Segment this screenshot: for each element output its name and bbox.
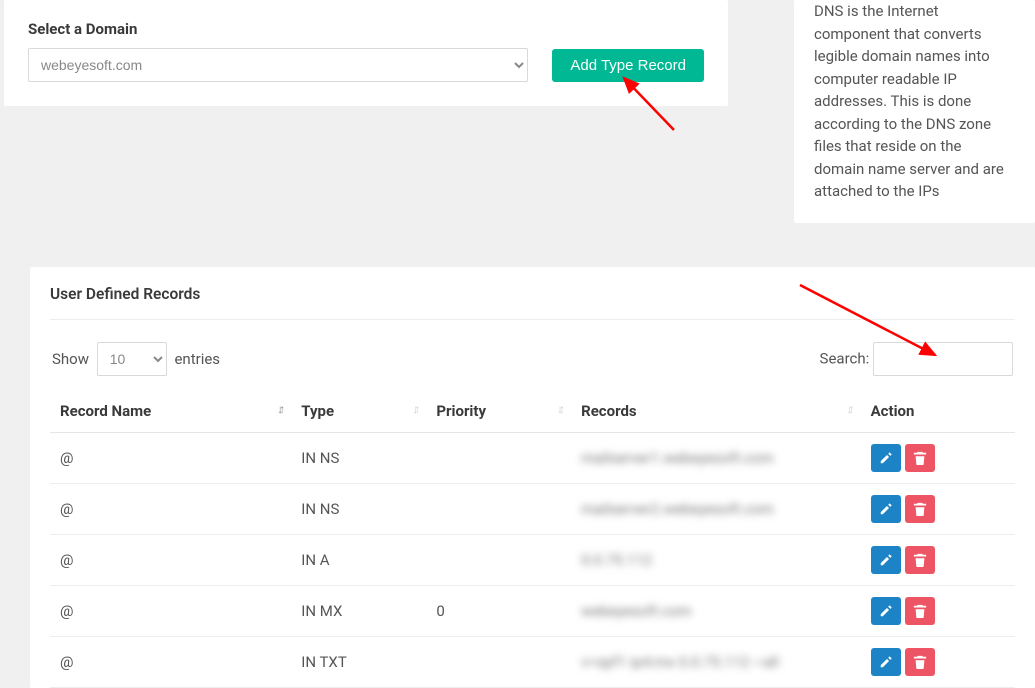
cell-type: IN MX — [291, 585, 426, 636]
cell-record-value: mailserver2.webeyesoft.com — [571, 483, 861, 534]
delete-button[interactable] — [905, 648, 935, 676]
delete-button[interactable] — [905, 546, 935, 574]
cell-record-name: @ — [50, 432, 291, 483]
col-action: Action — [861, 390, 1015, 433]
cell-type: IN A — [291, 534, 426, 585]
select-domain-label: Select a Domain — [28, 20, 704, 38]
sort-icon: ↓↑ — [412, 402, 416, 416]
sort-icon: ↓↑ — [277, 402, 281, 416]
cell-record-value: mailserver1.webeyesoft.com — [571, 432, 861, 483]
cell-action — [861, 585, 1015, 636]
entries-select[interactable]: 10 — [97, 342, 167, 376]
cell-record-name: @ — [50, 534, 291, 585]
col-records[interactable]: Records ↓↑ — [571, 390, 861, 433]
records-table: Record Name ↓↑ Type ↓↑ Priority ↓↑ Recor… — [50, 390, 1015, 688]
edit-button[interactable] — [871, 495, 901, 523]
cell-record-value: webeyesoft.com — [571, 585, 861, 636]
cell-record-name: @ — [50, 585, 291, 636]
delete-button[interactable] — [905, 444, 935, 472]
sort-icon: ↓↑ — [557, 402, 561, 416]
edit-button[interactable] — [871, 444, 901, 472]
edit-button[interactable] — [871, 648, 901, 676]
cell-type: IN NS — [291, 483, 426, 534]
cell-type: IN TXT — [291, 636, 426, 687]
cell-type: IN NS — [291, 432, 426, 483]
cell-priority — [426, 534, 571, 585]
table-row: @IN A 0.0.75.112 — [50, 534, 1015, 585]
records-title: User Defined Records — [50, 285, 1015, 320]
col-record-name[interactable]: Record Name ↓↑ — [50, 390, 291, 433]
cell-action — [861, 432, 1015, 483]
cell-priority — [426, 636, 571, 687]
cell-priority — [426, 483, 571, 534]
sort-icon: ↓↑ — [847, 402, 851, 416]
edit-button[interactable] — [871, 546, 901, 574]
cell-record-value: v=spf1 ip4:mx 0.0.75.112 ~all — [571, 636, 861, 687]
table-row: @IN MX0webeyesoft.com — [50, 585, 1015, 636]
cell-priority — [426, 432, 571, 483]
col-priority[interactable]: Priority ↓↑ — [426, 390, 571, 433]
cell-priority: 0 — [426, 585, 571, 636]
cell-record-name: @ — [50, 636, 291, 687]
select-domain-panel: Select a Domain webeyesoft.com Add Type … — [4, 0, 728, 106]
cell-record-value: 0.0.75.112 — [571, 534, 861, 585]
cell-action — [861, 636, 1015, 687]
entries-control: Show 10 entries — [52, 342, 220, 376]
table-row: @IN TXT v=spf1 ip4:mx 0.0.75.112 ~all — [50, 636, 1015, 687]
delete-button[interactable] — [905, 495, 935, 523]
edit-button[interactable] — [871, 597, 901, 625]
cell-action — [861, 483, 1015, 534]
delete-button[interactable] — [905, 597, 935, 625]
search-control: Search: — [820, 342, 1013, 376]
user-defined-records-panel: User Defined Records Show 10 entries Sea… — [30, 267, 1035, 688]
dns-info-panel: DNS is the Internet component that conve… — [794, 0, 1035, 223]
search-input[interactable] — [873, 342, 1013, 376]
cell-record-name: @ — [50, 483, 291, 534]
col-type[interactable]: Type ↓↑ — [291, 390, 426, 433]
cell-action — [861, 534, 1015, 585]
table-row: @IN NS mailserver1.webeyesoft.com — [50, 432, 1015, 483]
table-row: @IN NS mailserver2.webeyesoft.com — [50, 483, 1015, 534]
dns-info-text: DNS is the Internet component that conve… — [814, 0, 1015, 203]
domain-select[interactable]: webeyesoft.com — [28, 48, 528, 82]
add-type-record-button[interactable]: Add Type Record — [552, 49, 704, 82]
